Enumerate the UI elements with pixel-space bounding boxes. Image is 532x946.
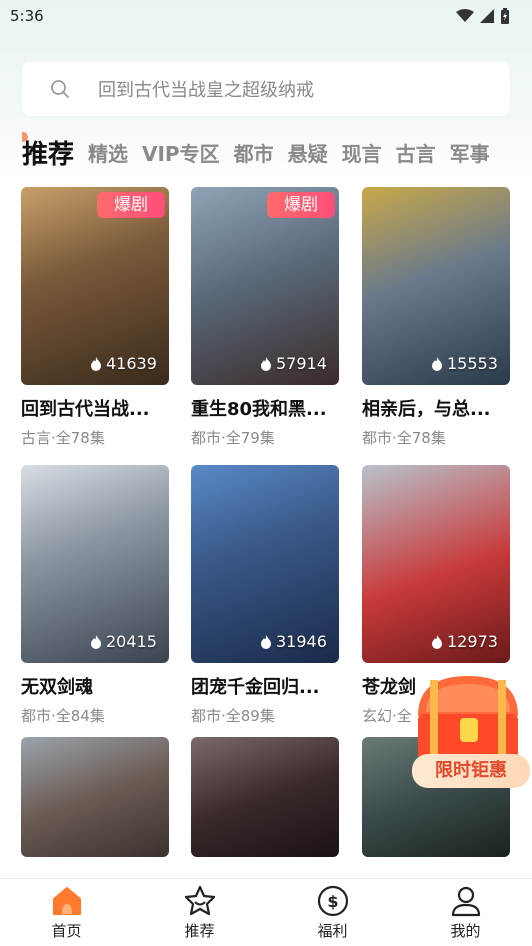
user-icon [451, 886, 480, 917]
drama-card[interactable] [191, 737, 339, 857]
flame-icon [432, 634, 442, 649]
drama-card[interactable] [21, 737, 169, 857]
view-count-value: 57914 [276, 354, 327, 373]
poster-image: 31946 [191, 465, 339, 663]
drama-card[interactable]: 15553 相亲后，与总... 都市·全78集 [362, 187, 510, 448]
poster-image [21, 737, 169, 857]
nav-profile[interactable]: 我的 [406, 884, 526, 941]
nav-recommend[interactable]: 推荐 [140, 884, 260, 941]
drama-card[interactable]: 31946 团宠千金回归... 都市·全89集 [191, 465, 339, 726]
poster-image: 20415 [21, 465, 169, 663]
card-title: 回到古代当战... [21, 399, 150, 420]
treasure-chest-icon [418, 676, 518, 762]
card-title: 团宠千金回归... [191, 677, 320, 698]
poster-image: 15553 [362, 187, 510, 385]
poster-image: 12973 [362, 465, 510, 663]
view-count: 57914 [259, 354, 327, 373]
view-count: 12973 [430, 632, 498, 651]
card-meta: 都市·全89集 [191, 707, 275, 725]
nav-welfare[interactable]: $ 福利 [273, 884, 393, 941]
nav-welfare-label: 福利 [317, 922, 348, 940]
svg-text:$: $ [327, 892, 338, 911]
poster-image [191, 737, 339, 857]
poster-image: 爆剧 57914 [191, 187, 339, 385]
hot-badge: 爆剧 [97, 192, 165, 218]
view-count-value: 15553 [447, 354, 498, 373]
nav-home[interactable]: 首页 [7, 884, 127, 941]
flame-icon [261, 356, 271, 371]
drama-grid: 爆剧 41639 回到古代当战... 古言·全78集 爆剧 57914 重生80… [0, 0, 532, 946]
view-count-value: 12973 [447, 632, 498, 651]
card-title: 相亲后，与总... [362, 399, 491, 420]
home-icon [52, 887, 81, 915]
nav-recommend-label: 推荐 [184, 922, 215, 940]
bottom-nav: 首页 推荐 $ 福利 我的 [0, 878, 532, 946]
poster-image: 爆剧 41639 [21, 187, 169, 385]
promo-label: 限时钜惠 [412, 754, 530, 788]
drama-card[interactable]: 爆剧 57914 重生80我和黑... 都市·全79集 [191, 187, 339, 448]
flame-icon [261, 634, 271, 649]
card-meta: 都市·全78集 [362, 429, 446, 447]
card-title: 重生80我和黑... [191, 399, 327, 420]
card-meta: 古言·全78集 [21, 429, 105, 447]
view-count: 20415 [89, 632, 157, 651]
card-title: 无双剑魂 [21, 677, 93, 698]
drama-card[interactable]: 20415 无双剑魂 都市·全84集 [21, 465, 169, 726]
card-meta: 都市·全84集 [21, 707, 105, 725]
nav-profile-label: 我的 [450, 922, 481, 940]
coin-icon: $ [317, 885, 348, 917]
card-meta: 都市·全79集 [191, 429, 275, 447]
view-count-value: 41639 [106, 354, 157, 373]
view-count-value: 20415 [106, 632, 157, 651]
drama-card[interactable]: 爆剧 41639 回到古代当战... 古言·全78集 [21, 187, 169, 448]
promo-float-button[interactable]: 限时钜惠 [404, 668, 532, 794]
flame-icon [91, 356, 101, 371]
star-icon [184, 885, 215, 916]
view-count-value: 31946 [276, 632, 327, 651]
hot-badge: 爆剧 [267, 192, 335, 218]
view-count: 15553 [430, 354, 498, 373]
view-count: 31946 [259, 632, 327, 651]
nav-home-label: 首页 [51, 922, 82, 940]
view-count: 41639 [89, 354, 157, 373]
flame-icon [432, 356, 442, 371]
flame-icon [91, 634, 101, 649]
